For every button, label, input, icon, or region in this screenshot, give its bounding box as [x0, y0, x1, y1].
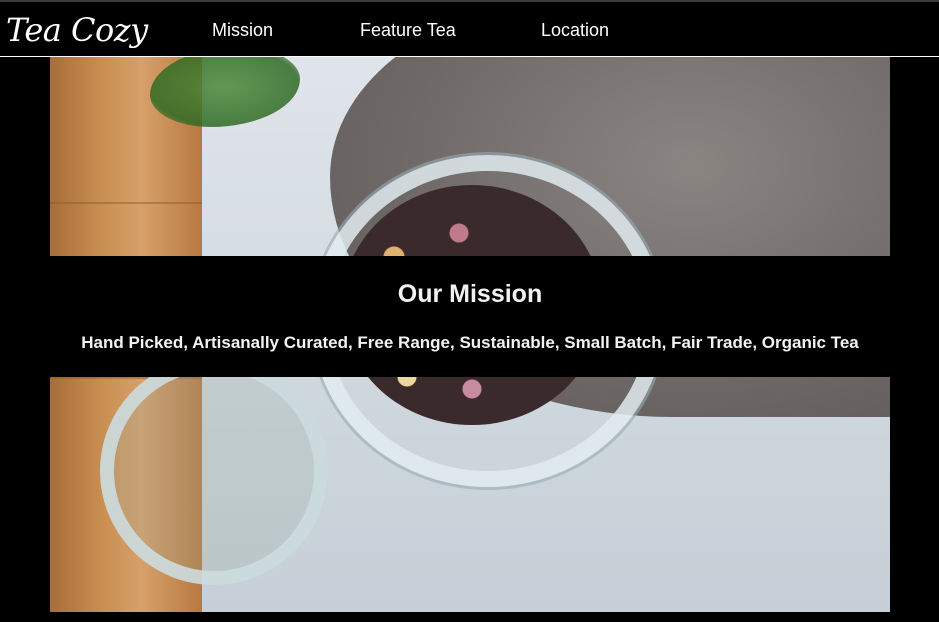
jar-lid	[100, 357, 328, 585]
nav-link-feature-tea[interactable]: Feature Tea	[360, 20, 456, 40]
header-bar: Tea Cozy Mission Feature Tea Location	[0, 0, 939, 57]
mission-title: Our Mission	[397, 280, 543, 308]
wood-grain	[50, 202, 202, 204]
mission-section: Our Mission Hand Picked, Artisanally Cur…	[50, 256, 890, 377]
nav-link-mission[interactable]: Mission	[212, 20, 273, 40]
nav-link-location[interactable]: Location	[541, 20, 609, 40]
mission-text: Hand Picked, Artisanally Curated, Free R…	[81, 333, 859, 352]
site-logo[interactable]: Tea Cozy	[6, 6, 148, 54]
